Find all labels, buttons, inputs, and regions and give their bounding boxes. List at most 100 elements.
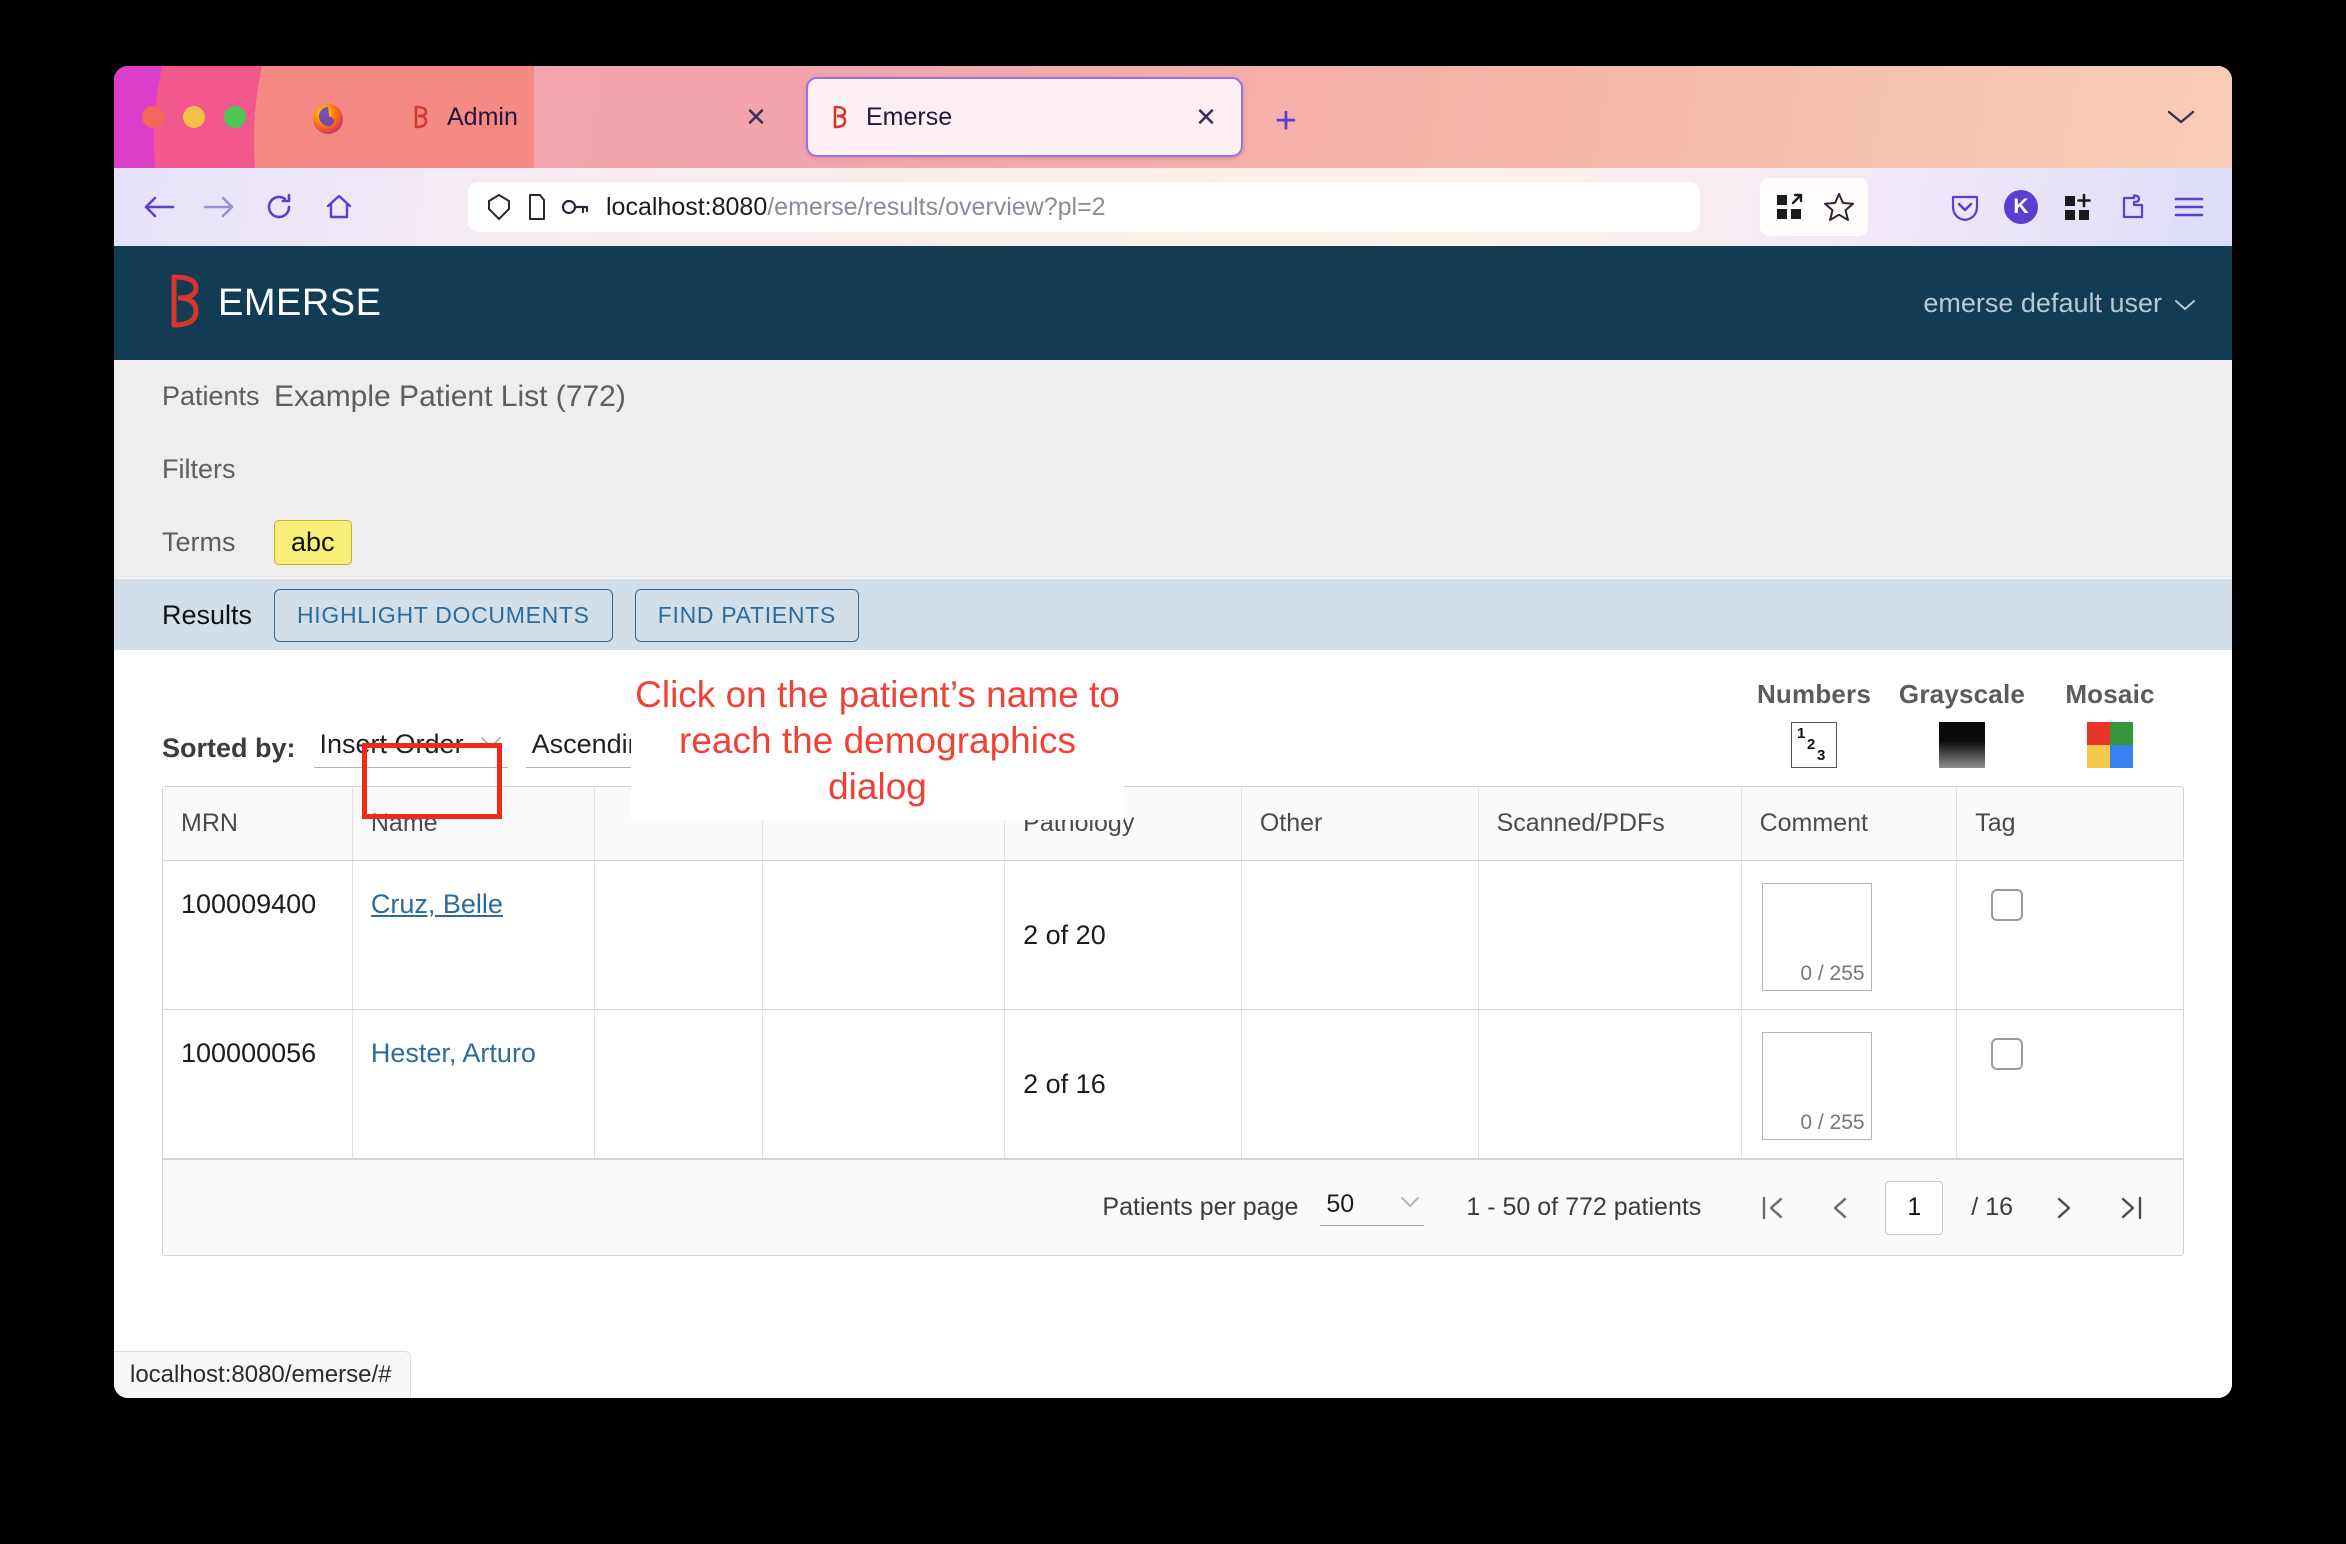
cell-scanned-pdfs: [1478, 1009, 1742, 1159]
sort-and-display-row: Sorted by: Insert Order Ascending Number…: [162, 650, 2184, 768]
mosaic-icon[interactable]: [2087, 722, 2133, 768]
emerse-logo-icon: [162, 271, 204, 336]
chevron-down-icon: [480, 736, 502, 754]
sidebar-item-filters[interactable]: Filters: [114, 433, 2232, 506]
url-bar[interactable]: localhost:8080/emerse/results/overview?p…: [468, 182, 1700, 232]
browser-nav-bar: localhost:8080/emerse/results/overview?p…: [114, 168, 2232, 246]
chevron-down-icon[interactable]: [2166, 108, 2196, 131]
close-tab-button[interactable]: ✕: [741, 102, 771, 132]
browser-tab-title: Admin: [447, 102, 518, 131]
tag-checkbox[interactable]: [1991, 889, 2024, 921]
close-window-button[interactable]: [142, 106, 164, 128]
patient-list-title: Example Patient List (772): [274, 379, 626, 413]
results-body: Sorted by: Insert Order Ascending Number…: [114, 650, 2232, 1256]
tag-checkbox[interactable]: [1991, 1038, 2024, 1070]
window-traffic-lights[interactable]: [142, 106, 246, 128]
back-button[interactable]: [136, 184, 182, 230]
close-tab-button[interactable]: ✕: [1191, 102, 1221, 132]
browser-status-bar: localhost:8080/emerse/#: [114, 1351, 411, 1398]
cell-name: Hester, Arturo: [352, 1009, 595, 1159]
find-patients-button[interactable]: FIND PATIENTS: [634, 589, 859, 642]
mosaic-tile: [2110, 722, 2133, 745]
sidebar-item-patients[interactable]: Patients Example Patient List (772): [114, 360, 2232, 433]
emerse-wordmark: EMERSE: [218, 281, 382, 324]
cell-tag: [1956, 860, 2183, 1010]
column-header-mrn[interactable]: MRN: [163, 787, 353, 861]
display-mode-label: Mosaic: [2065, 679, 2155, 709]
patient-name-link[interactable]: Cruz, Belle: [371, 889, 503, 919]
cell-blank-2: [762, 1009, 1006, 1159]
table-row: 100009400 Cruz, Belle 2 of 20 0 / 255: [163, 860, 2183, 1010]
cell-comment: 0 / 255: [1741, 860, 1958, 1010]
numbers-icon[interactable]: 123: [1791, 722, 1837, 768]
column-header-tag[interactable]: Tag: [1956, 787, 2183, 861]
user-menu-label: emerse default user: [1923, 287, 2162, 318]
chevron-down-icon: [1400, 1195, 1420, 1213]
key-icon[interactable]: [560, 192, 590, 222]
display-mode-mosaic[interactable]: Mosaic: [2036, 679, 2184, 768]
display-mode-numbers[interactable]: Numbers 123: [1740, 679, 1888, 768]
emerse-brand[interactable]: EMERSE: [162, 271, 381, 336]
table-row: 100000056 Hester, Arturo 2 of 16 0 / 255: [163, 1009, 2183, 1159]
reload-button[interactable]: [256, 184, 302, 230]
shield-icon[interactable]: [484, 192, 514, 222]
pocket-icon[interactable]: [1940, 178, 1990, 236]
sidebar-item-results[interactable]: Results HIGHLIGHT DOCUMENTS FIND PATIENT…: [114, 579, 2232, 652]
user-menu-button[interactable]: emerse default user: [1923, 288, 2196, 319]
maximize-window-button[interactable]: [224, 106, 246, 128]
grayscale-icon[interactable]: [1939, 722, 1985, 768]
sidebar-item-label: Results: [162, 600, 253, 630]
table-header-row: MRN Name Pathology Other Scanned/PDFs Co…: [163, 787, 2183, 861]
sort-field-select[interactable]: Insert Order: [313, 729, 508, 768]
display-mode-grayscale[interactable]: Grayscale: [1888, 679, 2036, 768]
patient-name-link[interactable]: Hester, Arturo: [371, 1038, 536, 1068]
new-tab-button[interactable]: +: [1269, 102, 1303, 140]
column-header-name[interactable]: Name: [352, 787, 595, 861]
url-host: localhost:8080: [606, 192, 768, 221]
column-header-other[interactable]: Other: [1241, 787, 1479, 861]
add-extension-icon[interactable]: [2052, 178, 2102, 236]
cell-mrn: 100000056: [163, 1009, 353, 1159]
patients-per-page-value: 50: [1326, 1189, 1355, 1218]
minimize-window-button[interactable]: [183, 106, 205, 128]
hamburger-menu-icon[interactable]: [2164, 178, 2214, 236]
patient-table-body: 100009400 Cruz, Belle 2 of 20 0 / 255 10…: [163, 860, 2183, 1159]
page-info-icon[interactable]: [522, 192, 552, 222]
extensions-grid-icon[interactable]: [1764, 178, 1814, 236]
next-page-button[interactable]: [2041, 1185, 2087, 1231]
search-term-chip[interactable]: abc: [274, 520, 352, 565]
profile-avatar[interactable]: K: [1996, 178, 2046, 236]
previous-page-button[interactable]: [1817, 1185, 1863, 1231]
puzzle-extension-icon[interactable]: [2108, 178, 2158, 236]
patient-table-head: MRN Name Pathology Other Scanned/PDFs Co…: [163, 787, 2183, 861]
forward-button[interactable]: [196, 184, 242, 230]
patient-table-container: MRN Name Pathology Other Scanned/PDFs Co…: [162, 668, 2184, 1256]
mosaic-tile: [2087, 745, 2110, 768]
browser-tab-admin[interactable]: Admin ✕: [389, 77, 791, 157]
cell-scanned-pdfs: [1478, 860, 1742, 1010]
cell-pathology[interactable]: 2 of 20: [1004, 860, 1242, 1010]
sidebar-item-terms[interactable]: Terms abc: [114, 506, 2232, 579]
comment-input[interactable]: 0 / 255: [1761, 883, 1872, 991]
browser-tab-emerse[interactable]: Emerse ✕: [806, 77, 1243, 157]
page-number-input[interactable]: 1: [1885, 1180, 1944, 1235]
annotation-callout-text: Click on the patient’s name to reach the…: [631, 668, 1124, 820]
mosaic-tile: [2087, 722, 2110, 745]
cell-comment: 0 / 255: [1741, 1009, 1958, 1159]
comment-char-counter: 0 / 255: [1800, 1111, 1865, 1134]
comment-input[interactable]: 0 / 255: [1761, 1032, 1872, 1140]
mosaic-tile: [2110, 745, 2133, 768]
last-page-button[interactable]: [2109, 1185, 2155, 1231]
home-button[interactable]: [316, 184, 362, 230]
cell-blank-1: [594, 1009, 764, 1159]
sidebar-item-label: Patients: [162, 381, 260, 411]
bookmark-star-icon[interactable]: [1814, 178, 1864, 236]
patients-per-page-select[interactable]: 50: [1320, 1189, 1425, 1226]
cell-other: [1241, 860, 1479, 1010]
first-page-button[interactable]: [1749, 1185, 1795, 1231]
column-header-scanned-pdfs[interactable]: Scanned/PDFs: [1478, 787, 1742, 861]
highlight-documents-button[interactable]: HIGHLIGHT DOCUMENTS: [274, 589, 613, 642]
cell-pathology[interactable]: 2 of 16: [1004, 1009, 1242, 1159]
cell-tag: [1956, 1009, 2183, 1159]
column-header-comment[interactable]: Comment: [1741, 787, 1958, 861]
